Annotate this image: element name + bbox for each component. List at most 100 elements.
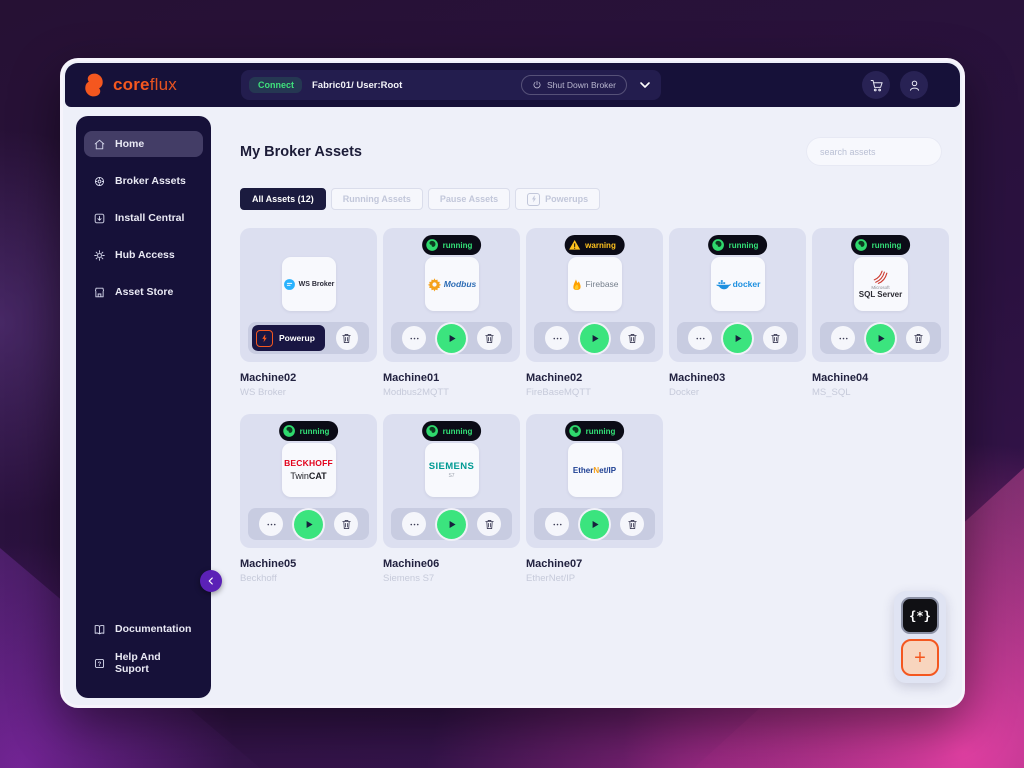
asset-card[interactable]: WS Broker Powerup [240, 228, 377, 362]
play-button[interactable] [723, 323, 752, 353]
asset-card[interactable]: running SIEMENS S7 [383, 414, 520, 548]
sidebar-item-label: Install Central [115, 212, 185, 224]
chevron-down-icon[interactable] [637, 77, 653, 93]
power-icon [533, 80, 541, 89]
sidebar-item-help[interactable]: ? Help And Suport [84, 650, 203, 676]
asset-logo-tile: Modbus [424, 257, 479, 311]
account-button[interactable] [900, 71, 928, 99]
sidebar-item-broker-assets[interactable]: Broker Assets [84, 168, 203, 194]
ellipsis-icon [695, 337, 705, 339]
card-action-bar [248, 508, 369, 540]
asset-card[interactable]: running Microsoft SQL Server [812, 228, 949, 362]
play-icon [878, 334, 885, 342]
app-window: coreflux Connect Fabric01/ User:Root Shu… [60, 58, 965, 708]
status-label: warning [585, 240, 616, 250]
firebase-logo: Firebase [570, 278, 619, 291]
status-badge: running [421, 421, 482, 441]
running-status-icon [282, 425, 295, 437]
plus-icon: + [914, 646, 926, 669]
connection-pill: Connect Fabric01/ User:Root Shut Down Br… [241, 70, 661, 100]
asset-card[interactable]: running BECKHOFF TwinCAT [240, 414, 377, 548]
ws-broker-icon [283, 278, 295, 290]
sidebar-item-install-central[interactable]: Install Central [84, 205, 203, 231]
sidebar-item-hub-access[interactable]: Hub Access [84, 242, 203, 268]
play-icon [449, 520, 456, 528]
asset-subtitle: EtherNet/IP [526, 573, 576, 584]
asset-card[interactable]: running EtherNet/IP [526, 414, 663, 548]
delete-button[interactable] [620, 512, 644, 536]
asset-subtitle: Docker [669, 387, 700, 398]
logo-text: SIEMENS [428, 460, 475, 472]
account-icon [909, 80, 919, 91]
sidebar-item-label: Asset Store [115, 286, 174, 298]
top-bar: coreflux Connect Fabric01/ User:Root Shu… [65, 63, 960, 107]
status-label: running [299, 426, 330, 436]
status-badge: running [850, 235, 911, 255]
card-action-bar [391, 322, 512, 354]
asset-logo-tile: Microsoft SQL Server [853, 257, 908, 311]
delete-button[interactable] [906, 326, 930, 350]
play-button[interactable] [580, 509, 609, 539]
delete-button[interactable] [620, 326, 644, 350]
sidebar-item-asset-store[interactable]: Asset Store [84, 279, 203, 305]
ellipsis-icon [409, 523, 419, 525]
documentation-icon [94, 624, 105, 634]
filter-running-assets[interactable]: Running Assets [330, 188, 423, 210]
search-input[interactable] [820, 146, 937, 157]
play-button[interactable] [437, 509, 466, 539]
ellipsis-icon [838, 337, 848, 339]
asset-card[interactable]: running Modbus [383, 228, 520, 362]
delete-button[interactable] [334, 512, 358, 536]
filter-all-assets[interactable]: All Assets (12) [240, 188, 326, 210]
delete-button[interactable] [477, 512, 501, 536]
play-icon [592, 520, 599, 528]
asset-cell: warning Firebase Machine02 FireBaseMQTT [526, 228, 663, 398]
more-options-button[interactable] [259, 512, 283, 536]
trash-icon [342, 333, 352, 343]
more-options-button[interactable] [402, 326, 426, 350]
trash-icon [341, 519, 351, 529]
sidebar: Home Broker Assets Install Central Hub A… [76, 116, 222, 698]
more-options-button[interactable] [831, 326, 855, 350]
delete-button[interactable] [335, 326, 358, 350]
add-asset-button[interactable]: + [901, 639, 939, 676]
filter-powerups[interactable]: Powerups [515, 188, 601, 210]
code-snippet-button[interactable]: {*} [901, 597, 939, 634]
bolt-icon [527, 192, 541, 206]
asset-card[interactable]: running docker [669, 228, 806, 362]
connect-status-chip[interactable]: Connect [249, 77, 302, 93]
filter-label: All Assets (12) [252, 194, 314, 204]
fabric-user-label: Fabric01/ User:Root [312, 79, 403, 91]
play-button[interactable] [580, 323, 609, 353]
cart-button[interactable] [862, 71, 890, 99]
asset-logo-tile: SIEMENS S7 [424, 443, 479, 497]
play-icon [306, 520, 313, 528]
status-label: running [871, 240, 902, 250]
running-status-icon [425, 239, 438, 251]
sidebar-item-documentation[interactable]: Documentation [84, 616, 203, 642]
delete-button[interactable] [763, 326, 787, 350]
ws-broker-logo: WS Broker [283, 278, 334, 291]
play-button[interactable] [866, 323, 895, 353]
more-options-button[interactable] [545, 512, 569, 536]
status-label: running [442, 240, 473, 250]
powerup-label: Powerup [279, 333, 315, 343]
sidebar-item-home[interactable]: Home [84, 131, 203, 157]
filter-pause-assets[interactable]: Pause Assets [427, 188, 511, 210]
asset-cell: running EtherNet/IP Machine07 EtherNet/I… [526, 414, 663, 584]
ellipsis-icon [409, 337, 419, 339]
powerup-button[interactable]: Powerup [252, 325, 325, 351]
more-options-button[interactable] [688, 326, 712, 350]
filter-label: Pause Assets [439, 194, 499, 204]
delete-button[interactable] [477, 326, 501, 350]
shutdown-broker-button[interactable]: Shut Down Broker [521, 75, 627, 95]
status-badge: warning [564, 235, 625, 255]
more-options-button[interactable] [402, 512, 426, 536]
ellipsis-icon [552, 523, 562, 525]
filter-label: Running Assets [342, 194, 411, 204]
play-button[interactable] [437, 323, 466, 353]
more-options-button[interactable] [545, 326, 569, 350]
asset-cell: running BECKHOFF TwinCAT Machine05 Beckh… [240, 414, 377, 584]
play-button[interactable] [294, 509, 323, 539]
asset-card[interactable]: warning Firebase [526, 228, 663, 362]
